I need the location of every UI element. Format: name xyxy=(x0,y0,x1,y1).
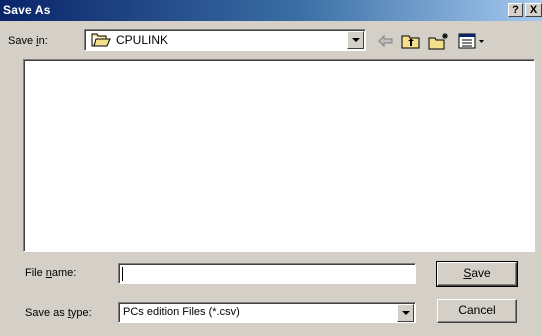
save-button-rest: ave xyxy=(471,266,491,280)
cancel-button[interactable]: Cancel xyxy=(437,299,517,323)
back-arrow-icon[interactable] xyxy=(375,31,397,51)
open-folder-icon xyxy=(91,33,111,47)
save-in-dropdown-arrow[interactable] xyxy=(347,31,364,49)
up-one-level-icon[interactable] xyxy=(400,31,422,51)
file-list[interactable] xyxy=(23,59,535,252)
save-as-type-label-pre: Save as xyxy=(25,307,68,319)
help-button[interactable]: ? xyxy=(508,3,523,17)
save-in-label-pre: Save xyxy=(8,35,37,47)
file-name-label-post: ame: xyxy=(51,267,77,279)
text-caret xyxy=(122,267,123,281)
file-name-input[interactable] xyxy=(118,263,416,284)
view-menu-icon[interactable] xyxy=(457,31,487,51)
save-as-type-dropdown[interactable]: PCs edition Files (*.csv) xyxy=(118,302,416,323)
save-as-dialog: Save As ? X Save in: CPULINK File name: … xyxy=(0,0,542,336)
save-in-label: Save in: xyxy=(8,35,48,47)
save-as-type-value: PCs edition Files (*.csv) xyxy=(123,306,240,318)
save-button[interactable]: Save xyxy=(436,261,518,287)
save-in-value: CPULINK xyxy=(116,33,169,47)
save-as-type-label-post: ype: xyxy=(70,307,92,319)
save-in-dropdown[interactable]: CPULINK xyxy=(84,29,366,51)
window-title: Save As xyxy=(3,3,51,17)
save-in-label-post: n: xyxy=(38,35,48,47)
save-as-type-label: Save as type: xyxy=(25,307,92,319)
file-name-label: File name: xyxy=(25,267,76,279)
save-as-type-dropdown-arrow[interactable] xyxy=(397,304,414,322)
close-button[interactable]: X xyxy=(525,3,542,17)
file-name-label-pre: File xyxy=(25,267,46,279)
create-new-folder-icon[interactable] xyxy=(428,31,450,51)
title-bar[interactable]: Save As ? X xyxy=(0,0,542,21)
